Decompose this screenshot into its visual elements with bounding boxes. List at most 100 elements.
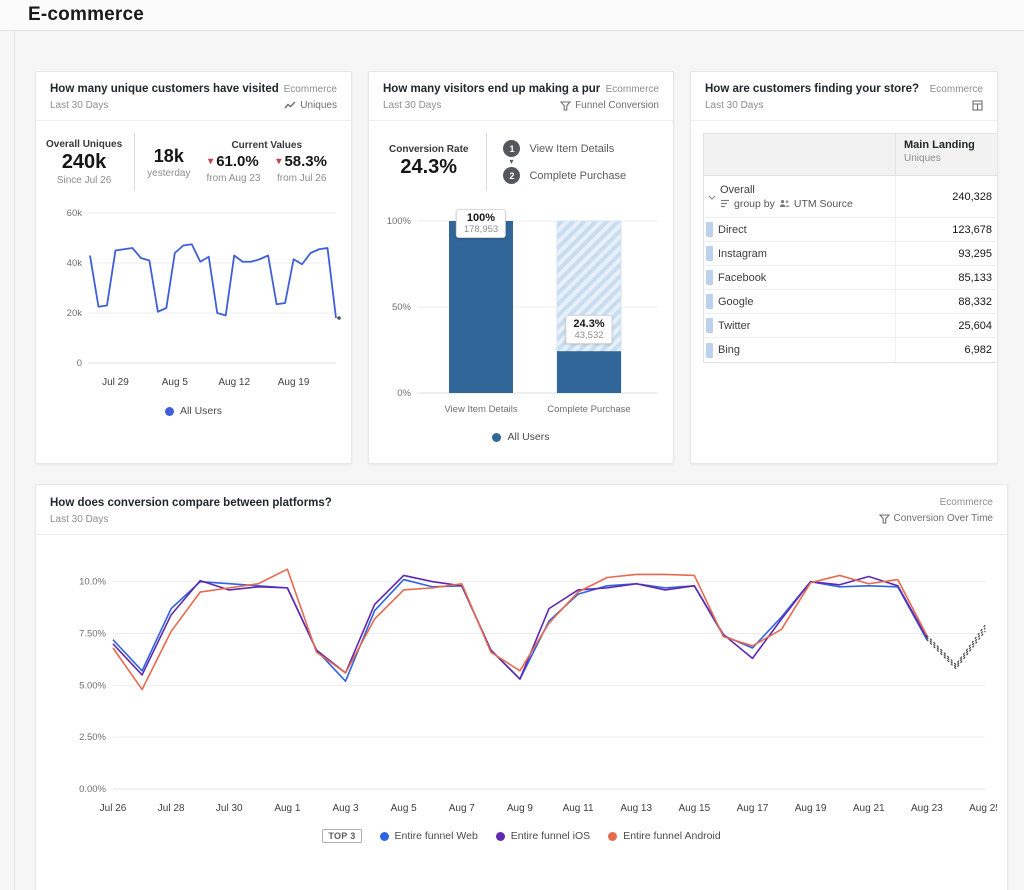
svg-text:View Item Details: View Item Details (444, 404, 517, 415)
uniques-date-range: Last 30 Days (50, 100, 108, 111)
funnel-legend[interactable]: All Users (369, 431, 673, 443)
svg-text:Aug 13: Aug 13 (620, 803, 652, 814)
stats-divider (486, 133, 487, 191)
table-row-twitter[interactable]: Twitter 25,604 (704, 314, 997, 338)
uniques-card-title[interactable]: How many unique customers have visited .… (50, 83, 278, 95)
svg-text:Aug 5: Aug 5 (390, 803, 417, 814)
uniques-stats: Overall Uniques 240k Since Jul 26 18k ye… (36, 121, 351, 201)
svg-text:Aug 21: Aug 21 (852, 803, 884, 814)
table-value: 25,604 (895, 314, 997, 337)
platforms-app-label[interactable]: Ecommerce (885, 497, 993, 508)
funnel-label-step2: 24.3% 43,532 (565, 315, 612, 344)
series-swatch (706, 343, 713, 358)
platforms-date-range: Last 30 Days (50, 514, 332, 525)
svg-text:Aug 15: Aug 15 (678, 803, 710, 814)
funnel-app-label[interactable]: Ecommerce (606, 84, 659, 95)
svg-text:10.0%: 10.0% (79, 577, 106, 588)
delta-jul26: ▾58.3% from Jul 26 (276, 153, 327, 184)
svg-text:Aug 3: Aug 3 (332, 803, 359, 814)
platforms-card-header: How does conversion compare between plat… (36, 485, 1007, 535)
funnel-bars[interactable]: 100%50%0%View Item DetailsComplete Purch… (381, 207, 661, 429)
svg-text:Jul 26: Jul 26 (99, 803, 126, 814)
sources-date-range: Last 30 Days (705, 100, 763, 111)
funnel-label-step1: 100% 178,953 (456, 209, 506, 238)
funnel-chart[interactable]: 100%50%0%View Item DetailsComplete Purch… (381, 207, 661, 429)
svg-text:Complete Purchase: Complete Purchase (547, 404, 630, 415)
svg-text:Aug 25: Aug 25 (969, 803, 997, 814)
svg-text:Aug 1: Aug 1 (274, 803, 301, 814)
legend-item-ios[interactable]: Entire funnel iOS (496, 830, 590, 842)
table-value: 88,332 (895, 290, 997, 313)
legend-dot (492, 433, 501, 442)
column-header-sub: Uniques (904, 153, 991, 164)
sources-card-title[interactable]: How are customers finding your store? (705, 83, 919, 95)
platforms-card: How does conversion compare between plat… (35, 484, 1008, 890)
platforms-line-chart[interactable]: 10.0%7.50%5.00%2.50%0.00%Jul 26Jul 28Jul… (47, 549, 997, 825)
svg-text:Jul 30: Jul 30 (215, 803, 242, 814)
table-row-google[interactable]: Google 88,332 (704, 290, 997, 314)
overall-uniques-stat: Overall Uniques 240k Since Jul 26 (46, 139, 122, 186)
top3-badge: TOP 3 (322, 829, 361, 843)
funnel-chart-type: Funnel Conversion (560, 100, 659, 111)
svg-text:5.00%: 5.00% (79, 680, 106, 691)
sources-app-label[interactable]: Ecommerce (930, 84, 983, 95)
svg-text:Jul 28: Jul 28 (157, 803, 184, 814)
legend-item-web[interactable]: Entire funnel Web (380, 830, 478, 842)
utm-source-table: Main Landing Uniques Overall (703, 133, 997, 363)
conversion-rate-stat: Conversion Rate 24.3% (379, 144, 474, 180)
funnel-icon (560, 101, 571, 111)
svg-text:Aug 19: Aug 19 (794, 803, 826, 814)
funnel-step-1[interactable]: 1 View Item Details (503, 140, 626, 157)
platforms-card-title[interactable]: How does conversion compare between plat… (50, 497, 332, 509)
svg-text:20k: 20k (66, 308, 82, 319)
series-swatch (706, 246, 713, 261)
legend-dot (380, 832, 389, 841)
funnel-date-range: Last 30 Days (383, 100, 441, 111)
step-down-caret-icon: ▾ (509, 159, 626, 165)
group-by-icon (720, 199, 730, 208)
legend-dot (165, 407, 174, 416)
dashboard-content: How many unique customers have visited .… (0, 31, 1024, 890)
step-number-badge: 2 (503, 167, 520, 184)
funnel-step-2[interactable]: 2 Complete Purchase (503, 167, 626, 184)
down-arrow-icon: ▾ (208, 156, 213, 167)
sources-card-header: How are customers finding your store? Ec… (691, 72, 997, 121)
table-row-instagram[interactable]: Instagram 93,295 (704, 242, 997, 266)
legend-item-android[interactable]: Entire funnel Android (608, 830, 720, 842)
funnel-stats: Conversion Rate 24.3% 1 View Item Detail… (369, 121, 673, 201)
svg-text:0: 0 (76, 358, 81, 369)
funnel-card-header: How many visitors end up making a purcha… (369, 72, 673, 121)
uniques-chart-type: Uniques (284, 100, 337, 111)
sources-chart-type (972, 100, 983, 111)
uniques-legend[interactable]: All Users (36, 405, 351, 417)
svg-text:0.00%: 0.00% (79, 784, 106, 795)
page-title: E-commerce (28, 4, 144, 26)
svg-text:Aug 9: Aug 9 (506, 803, 533, 814)
table-grid-icon (972, 100, 983, 111)
table-header-row: Main Landing Uniques (704, 134, 997, 176)
series-swatch (706, 294, 713, 309)
platforms-chart-type: Conversion Over Time (879, 513, 993, 524)
table-row-facebook[interactable]: Facebook 85,133 (704, 266, 997, 290)
uniques-app-label[interactable]: Ecommerce (284, 84, 337, 95)
chevron-down-icon[interactable] (704, 191, 720, 203)
delta-aug23: ▾61.0% from Aug 23 (207, 153, 261, 184)
funnel-steps: 1 View Item Details ▾ 2 Complete Purchas… (499, 140, 626, 184)
column-header-title[interactable]: Main Landing (904, 139, 991, 151)
yesterday-value: 18k (147, 146, 190, 167)
svg-text:0%: 0% (397, 388, 411, 399)
users-icon (779, 199, 790, 208)
uniques-line-chart[interactable]: 60k40k20k0Jul 29Aug 5Aug 12Aug 19 (44, 203, 344, 403)
svg-text:40k: 40k (66, 258, 82, 269)
sources-card: How are customers finding your store? Ec… (690, 71, 998, 464)
table-value: 93,295 (895, 242, 997, 265)
table-row-bing[interactable]: Bing 6,982 (704, 338, 997, 362)
table-row-direct[interactable]: Direct 123,678 (704, 218, 997, 242)
table-row-overall[interactable]: Overall group by UTM Source 240 (704, 176, 997, 218)
yesterday-stat: 18k yesterday (147, 145, 190, 179)
svg-text:Aug 19: Aug 19 (277, 377, 309, 388)
series-swatch (706, 270, 713, 285)
trend-line-icon (284, 101, 296, 110)
legend-dot (608, 832, 617, 841)
funnel-card-title[interactable]: How many visitors end up making a purcha… (383, 83, 600, 95)
